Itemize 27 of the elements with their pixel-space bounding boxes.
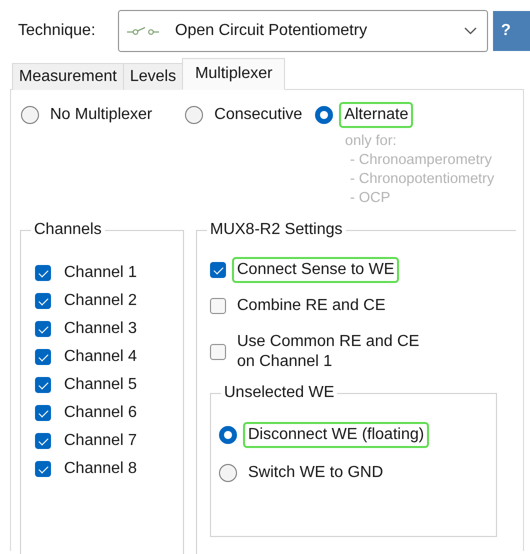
radio-label: Switch WE to GND xyxy=(247,463,384,483)
technique-dropdown[interactable]: Open Circuit Potentiometry xyxy=(118,10,488,52)
tab[interactable]: Measurement xyxy=(12,63,124,90)
checkbox-label: Channel 1 xyxy=(63,263,138,283)
radio-label: No Multiplexer xyxy=(49,105,154,125)
checkbox-label: Connect Sense to WE xyxy=(232,257,400,283)
checkbox-label: Channel 3 xyxy=(63,319,138,339)
tab[interactable]: Levels xyxy=(122,63,184,90)
hint-text: only for: xyxy=(345,132,398,151)
radio-label: Disconnect WE (floating) xyxy=(243,422,430,448)
checkbox-label: Use Common RE and CE on Channel 1 xyxy=(236,332,420,372)
checkbox-label: Channel 5 xyxy=(63,375,138,395)
checkbox-label: Channel 6 xyxy=(63,403,138,423)
checkbox-label: Combine RE and CE xyxy=(236,296,387,316)
checkbox-label: Channel 8 xyxy=(63,459,138,479)
radio-label: Consecutive xyxy=(213,105,304,125)
tab[interactable]: Multiplexer xyxy=(182,58,286,90)
hint-text: - OCP xyxy=(349,189,392,208)
checkbox-label: Channel 2 xyxy=(63,291,138,311)
checkbox-label: Channel 4 xyxy=(63,347,138,367)
group-title: MUX8-R2 Settings xyxy=(207,220,346,240)
hint-text: - Chronopotentiometry xyxy=(349,170,496,189)
hint-text: - Chronoamperometry xyxy=(349,151,493,170)
technique-label: Technique: xyxy=(18,22,96,40)
help-button[interactable]: ? xyxy=(493,11,530,51)
radio-label: Alternate xyxy=(339,102,414,128)
checkbox-label: Channel 7 xyxy=(63,431,138,451)
